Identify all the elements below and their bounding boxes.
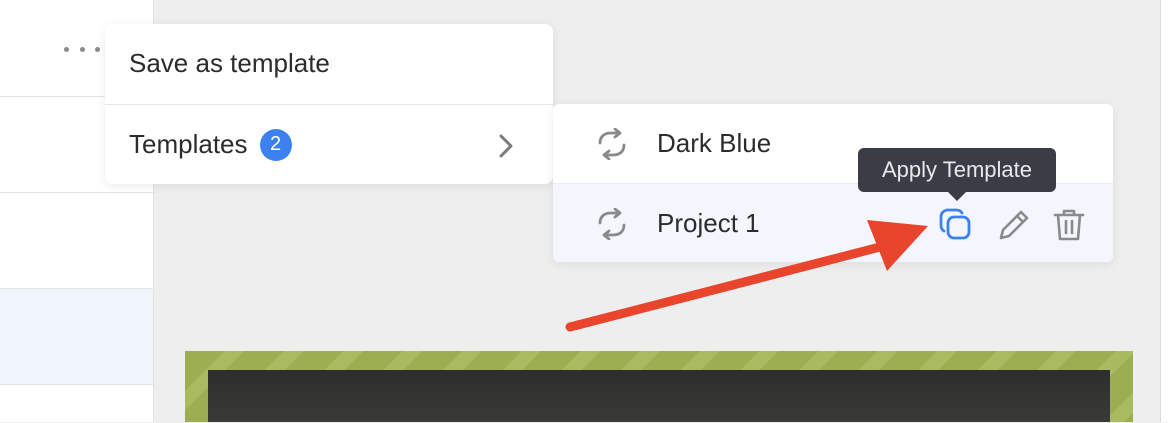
tooltip-pointer bbox=[947, 191, 967, 201]
pencil-icon[interactable] bbox=[995, 206, 1033, 244]
template-item-project-1[interactable]: Project 1 bbox=[553, 183, 1113, 262]
templates-item[interactable]: Templates 2 bbox=[105, 104, 553, 184]
template-name: Project 1 bbox=[657, 208, 760, 238]
apply-template-tooltip: Apply Template bbox=[858, 148, 1056, 192]
chevron-right-icon bbox=[499, 134, 513, 158]
templates-count-badge: 2 bbox=[259, 128, 292, 161]
save-as-template-item[interactable]: Save as template bbox=[105, 24, 553, 103]
tooltip-text: Apply Template bbox=[881, 157, 1032, 182]
template-thumbnail bbox=[185, 351, 1133, 422]
list-row-selected[interactable] bbox=[0, 288, 153, 385]
sync-icon bbox=[598, 208, 626, 240]
thumbnail-image bbox=[208, 370, 1110, 422]
template-name: Dark Blue bbox=[657, 128, 772, 158]
templates-label: Templates bbox=[129, 129, 248, 159]
trash-icon[interactable] bbox=[1050, 206, 1088, 244]
save-as-template-label: Save as template bbox=[129, 48, 330, 78]
list-row[interactable] bbox=[0, 192, 153, 289]
right-edge-panel bbox=[1160, 0, 1168, 422]
list-row[interactable] bbox=[0, 384, 153, 423]
copy-icon[interactable] bbox=[937, 206, 975, 244]
more-options-icon[interactable] bbox=[64, 40, 100, 58]
sync-icon bbox=[598, 128, 626, 160]
context-menu: Save as template Templates 2 bbox=[105, 24, 553, 184]
